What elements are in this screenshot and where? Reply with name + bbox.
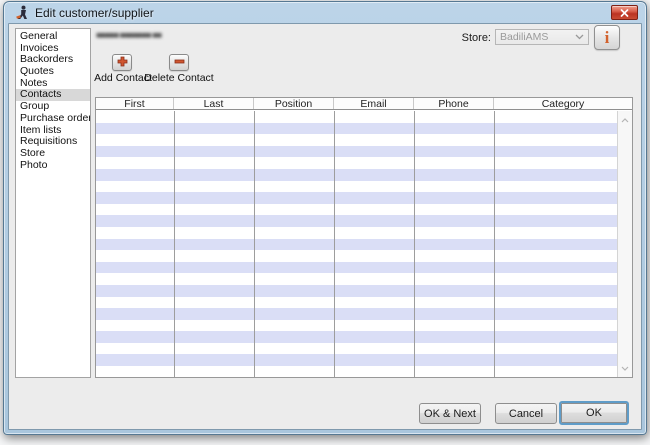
minus-icon [174, 54, 185, 72]
column-header-first[interactable]: First [96, 98, 174, 109]
screen-background: Edit customer/supplier GeneralInvoicesBa… [0, 0, 650, 445]
cancel-button[interactable]: Cancel [495, 403, 557, 424]
sidebar-item-quotes[interactable]: Quotes [16, 66, 90, 78]
column-divider [334, 111, 335, 377]
contacts-table: FirstLastPositionEmailPhoneCategory [95, 97, 633, 378]
column-header-last[interactable]: Last [174, 98, 254, 109]
sidebar-item-invoices[interactable]: Invoices [16, 43, 90, 55]
scroll-up-icon[interactable] [618, 113, 632, 127]
customer-person-icon [14, 5, 30, 20]
edit-customer-supplier-dialog: Edit customer/supplier GeneralInvoicesBa… [3, 1, 647, 435]
info-icon: i [605, 29, 610, 46]
column-header-email[interactable]: Email [334, 98, 414, 109]
vertical-scrollbar[interactable] [617, 111, 632, 377]
add-contact-button[interactable] [112, 54, 132, 71]
customer-name-redacted: ■■■■■ ■■■■■■■ ■■ [96, 30, 204, 41]
sidebar-item-photo[interactable]: Photo [16, 160, 90, 172]
chevron-down-icon [575, 31, 584, 43]
info-button[interactable]: i [594, 25, 620, 50]
dialog-content: GeneralInvoicesBackordersQuotesNotesCont… [8, 23, 642, 430]
scroll-down-icon[interactable] [618, 361, 632, 375]
delete-contact-label: Delete Contact [137, 72, 221, 84]
column-divider [174, 111, 175, 377]
ok-next-button[interactable]: OK & Next [419, 403, 481, 424]
sidebar-item-requisitions[interactable]: Requisitions [16, 136, 90, 148]
titlebar[interactable]: Edit customer/supplier [8, 2, 642, 23]
store-label: Store: [455, 32, 491, 44]
sidebar-item-notes[interactable]: Notes [16, 78, 90, 90]
plus-icon [117, 54, 128, 72]
column-header-position[interactable]: Position [254, 98, 334, 109]
sidebar-tabs: GeneralInvoicesBackordersQuotesNotesCont… [15, 28, 91, 378]
sidebar-item-backorders[interactable]: Backorders [16, 54, 90, 66]
column-header-phone[interactable]: Phone [414, 98, 494, 109]
column-divider [414, 111, 415, 377]
sidebar-item-purchase-orders[interactable]: Purchase orders [16, 113, 90, 125]
sidebar-item-general[interactable]: General [16, 31, 90, 43]
ok-button[interactable]: OK [559, 401, 629, 425]
delete-contact-button[interactable] [169, 54, 189, 71]
sidebar-item-group[interactable]: Group [16, 101, 90, 113]
window-title: Edit customer/supplier [35, 6, 154, 20]
close-icon [620, 4, 629, 22]
close-button[interactable] [611, 5, 638, 20]
column-header-category[interactable]: Category [494, 98, 632, 109]
column-divider [494, 111, 495, 377]
store-dropdown[interactable]: BadiliAMS [495, 29, 589, 45]
sidebar-item-store[interactable]: Store [16, 148, 90, 160]
column-divider [254, 111, 255, 377]
sidebar-item-contacts[interactable]: Contacts [16, 89, 90, 101]
store-dropdown-value: BadiliAMS [500, 31, 548, 43]
contacts-table-header: FirstLastPositionEmailPhoneCategory [96, 98, 632, 110]
sidebar-item-item-lists[interactable]: Item lists [16, 125, 90, 137]
